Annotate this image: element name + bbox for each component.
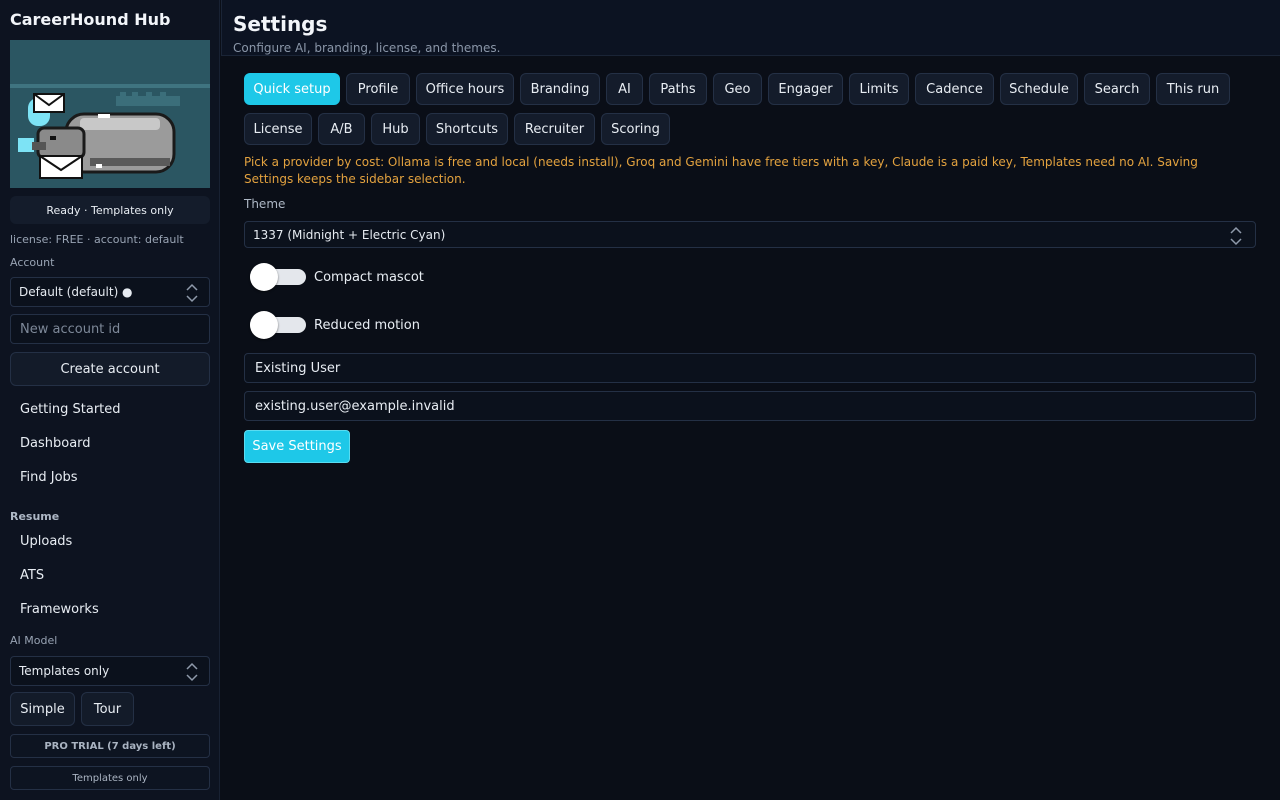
chevron-up-down-icon <box>186 662 198 682</box>
compact-mascot-row: Compact mascot <box>250 263 424 291</box>
save-settings-button[interactable]: Save Settings <box>244 430 350 463</box>
tab-paths[interactable]: Paths <box>649 73 707 105</box>
account-label: Account <box>10 256 55 269</box>
chevron-up-down-icon <box>1230 226 1242 246</box>
name-field[interactable]: Existing User <box>244 353 1256 383</box>
reduced-motion-row: Reduced motion <box>250 311 420 339</box>
tab-cadence[interactable]: Cadence <box>915 73 994 105</box>
mascot-image <box>10 40 210 188</box>
sidebar-item-ats[interactable]: ATS <box>20 568 44 583</box>
status-pill: Ready · Templates only <box>10 196 210 224</box>
toggle-knob <box>250 263 278 291</box>
tab-ab[interactable]: A/B <box>318 113 365 145</box>
mode-badge: Templates only <box>10 766 210 790</box>
app-title: CareerHound Hub <box>10 10 171 29</box>
mascot-illustration <box>10 40 210 188</box>
tab-ai[interactable]: AI <box>606 73 643 105</box>
page-header: Settings Configure AI, branding, license… <box>221 0 1280 56</box>
tab-license[interactable]: License <box>244 113 312 145</box>
account-select-value: Default (default) ● <box>19 285 133 299</box>
theme-select-value: 1337 (Midnight + Electric Cyan) <box>253 227 446 242</box>
resume-section-heading: Resume <box>10 510 60 523</box>
compact-mascot-toggle[interactable] <box>250 263 306 291</box>
tab-branding[interactable]: Branding <box>520 73 600 105</box>
reduced-motion-label: Reduced motion <box>314 317 420 333</box>
new-account-id-input[interactable] <box>10 314 210 344</box>
ai-model-select-value: Templates only <box>19 664 110 678</box>
license-info: license: FREE · account: default <box>10 233 184 246</box>
compact-mascot-label: Compact mascot <box>314 269 424 285</box>
sidebar-item-frameworks[interactable]: Frameworks <box>20 602 99 617</box>
email-field[interactable]: existing.user@example.invalid <box>244 391 1256 421</box>
theme-label: Theme <box>244 197 286 211</box>
tab-shortcuts[interactable]: Shortcuts <box>426 113 508 145</box>
theme-select[interactable]: 1337 (Midnight + Electric Cyan) <box>244 221 1256 248</box>
tab-recruiter[interactable]: Recruiter <box>514 113 595 145</box>
sidebar: CareerHound Hub Ready · Templates only l… <box>0 0 220 800</box>
tour-button[interactable]: Tour <box>81 692 134 726</box>
tab-limits[interactable]: Limits <box>849 73 909 105</box>
tab-schedule[interactable]: Schedule <box>1000 73 1078 105</box>
toggle-knob <box>250 311 278 339</box>
page-title: Settings <box>233 12 328 36</box>
tab-geo[interactable]: Geo <box>713 73 762 105</box>
tab-quick-setup[interactable]: Quick setup <box>244 73 340 105</box>
tab-this-run[interactable]: This run <box>1156 73 1230 105</box>
provider-hint: Pick a provider by cost: Ollama is free … <box>244 155 1198 186</box>
ai-model-select[interactable]: Templates only <box>10 656 210 686</box>
simple-mode-button[interactable]: Simple <box>10 692 75 726</box>
tab-profile[interactable]: Profile <box>346 73 410 105</box>
tab-scoring[interactable]: Scoring <box>601 113 670 145</box>
reduced-motion-toggle[interactable] <box>250 311 306 339</box>
tab-hub[interactable]: Hub <box>371 113 420 145</box>
account-select[interactable]: Default (default) ● <box>10 277 210 307</box>
sidebar-item-dashboard[interactable]: Dashboard <box>20 436 91 451</box>
tab-office-hours[interactable]: Office hours <box>416 73 514 105</box>
ai-model-label: AI Model <box>10 634 58 647</box>
sidebar-item-getting-started[interactable]: Getting Started <box>20 402 121 417</box>
sidebar-item-find-jobs[interactable]: Find Jobs <box>20 470 78 485</box>
chevron-up-down-icon <box>186 283 198 303</box>
page-subtitle: Configure AI, branding, license, and the… <box>233 41 501 55</box>
tab-search[interactable]: Search <box>1084 73 1150 105</box>
sidebar-item-uploads[interactable]: Uploads <box>20 534 72 549</box>
create-account-button[interactable]: Create account <box>10 352 210 386</box>
trial-badge: PRO TRIAL (7 days left) <box>10 734 210 758</box>
tab-engager[interactable]: Engager <box>768 73 843 105</box>
